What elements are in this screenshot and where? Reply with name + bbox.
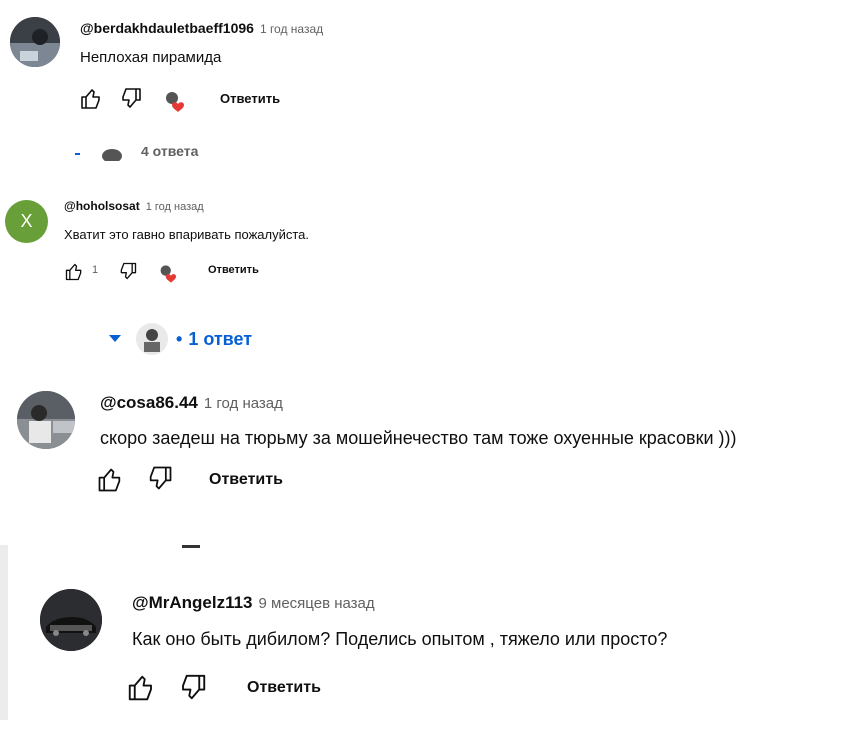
dislike-icon[interactable] bbox=[146, 464, 174, 492]
reply-button[interactable]: Ответить bbox=[247, 679, 321, 697]
avatar[interactable] bbox=[10, 17, 60, 67]
like-icon[interactable] bbox=[126, 673, 156, 703]
replies-count: 4 ответа bbox=[141, 147, 199, 159]
reply-button[interactable]: Ответить bbox=[208, 264, 259, 276]
dislike-icon[interactable] bbox=[178, 672, 208, 702]
comment-text: скоро заедеш на тюрьму за мошейнечество … bbox=[100, 428, 737, 448]
avatar-photo bbox=[17, 391, 75, 449]
comment-time[interactable]: 1 год назад bbox=[146, 201, 204, 213]
comment-text: Как оно быть дибилом? Поделись опытом , … bbox=[132, 629, 668, 649]
replies-label[interactable]: 1 ответ bbox=[188, 329, 252, 350]
avatar-photo bbox=[40, 589, 102, 651]
reply-button[interactable]: Ответить bbox=[220, 91, 280, 106]
author-handle[interactable]: @MrAngelz113 bbox=[132, 593, 253, 612]
avatar-photo bbox=[10, 17, 60, 67]
replies-toggle-partial[interactable]: 4 ответа bbox=[75, 147, 215, 161]
comment-author[interactable]: @berdakhdauletbaeff1096 1 год назад bbox=[80, 20, 323, 36]
author-handle[interactable]: @cosa86.44 bbox=[100, 393, 198, 412]
reply-button[interactable]: Ответить bbox=[209, 471, 283, 489]
comment-time[interactable]: 1 год назад bbox=[204, 395, 283, 412]
author-handle[interactable]: @hoholsosat bbox=[64, 199, 140, 213]
replier-avatar bbox=[102, 149, 122, 161]
comment-time[interactable]: 1 год назад bbox=[260, 22, 323, 36]
creator-heart-icon bbox=[158, 263, 182, 285]
author-handle[interactable]: @berdakhdauletbaeff1096 bbox=[80, 20, 254, 36]
chevron-down-icon bbox=[109, 335, 121, 342]
avatar[interactable] bbox=[40, 589, 102, 651]
comment-author[interactable]: @MrAngelz113 9 месяцев назад bbox=[132, 593, 375, 613]
comment-time[interactable]: 9 месяцев назад bbox=[259, 595, 375, 612]
creator-heart-icon bbox=[163, 90, 191, 114]
comment-text: Хватит это гавно впаривать пожалуйста. bbox=[64, 227, 310, 242]
avatar-letter: X bbox=[20, 211, 33, 231]
like-icon[interactable] bbox=[64, 262, 84, 282]
like-count: 1 bbox=[92, 264, 99, 276]
dislike-icon[interactable] bbox=[118, 261, 138, 281]
comment-author[interactable]: @cosa86.44 1 год назад bbox=[100, 393, 283, 413]
replier-avatar bbox=[136, 323, 168, 355]
replies-separator: • bbox=[176, 328, 183, 349]
thread-line bbox=[0, 545, 8, 720]
chevron-down-icon bbox=[75, 153, 80, 155]
divider bbox=[182, 545, 200, 548]
view-replies-button[interactable]: • 1 ответ bbox=[108, 323, 252, 355]
like-icon[interactable] bbox=[79, 87, 103, 111]
avatar[interactable] bbox=[17, 391, 75, 449]
comment-text: Неплохая пирамида bbox=[80, 49, 222, 66]
dislike-icon[interactable] bbox=[119, 86, 143, 110]
like-icon[interactable] bbox=[96, 466, 124, 494]
avatar[interactable]: X bbox=[5, 200, 48, 243]
comment-author[interactable]: @hoholsosat 1 год назад bbox=[64, 199, 204, 213]
